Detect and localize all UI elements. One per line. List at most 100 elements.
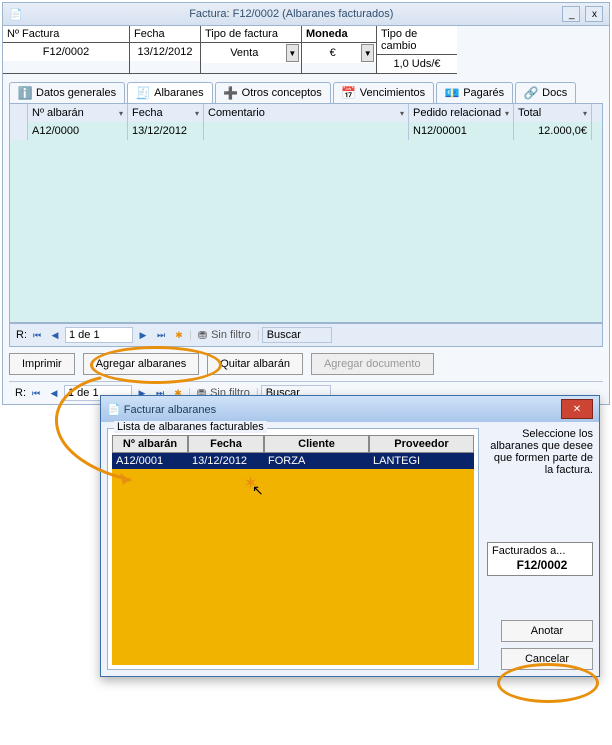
- albaranes-icon: 🧾: [136, 86, 150, 100]
- next-record-button[interactable]: ▶: [135, 327, 151, 343]
- anotar-button[interactable]: Anotar: [501, 620, 593, 642]
- cambio-field[interactable]: [379, 56, 455, 72]
- tabstrip: ℹ️ Datos generales 🧾 Albaranes ➕ Otros c…: [9, 82, 603, 103]
- tab-vencimientos[interactable]: 📅 Vencimientos: [333, 82, 434, 103]
- albaranes-grid: Nº albarán ▾ Fecha ▾ Comentario ▾ Pedido re…: [9, 103, 603, 323]
- new-record-button[interactable]: ✱: [171, 327, 187, 343]
- quitar-albaran-button[interactable]: Quitar albarán: [207, 353, 303, 375]
- first-record-button[interactable]: ⏮: [29, 327, 45, 343]
- plus-icon: ➕: [224, 86, 238, 100]
- groupbox-title: Lista de albaranes facturables: [114, 421, 267, 433]
- facturar-albaranes-dialog: 📄 Facturar albaranes ✕ Lista de albarane…: [100, 395, 600, 677]
- tab-docs[interactable]: 🔗 Docs: [515, 82, 576, 103]
- grid-body[interactable]: A12/0000 13/12/2012 N12/00001 12.000,0€: [10, 122, 602, 322]
- facturados-field[interactable]: [492, 557, 592, 573]
- dialog-grid-body[interactable]: A12/0001 13/12/2012 FORZA LANTEGI: [112, 453, 474, 665]
- tab-datos-label: Datos generales: [36, 87, 116, 99]
- grid-header: Nº albarán ▾ Fecha ▾ Comentario ▾ Pedido re…: [10, 104, 602, 122]
- dialog-titlebar: 📄 Facturar albaranes ✕: [101, 396, 599, 422]
- col-comentario-label[interactable]: Comentario: [208, 107, 265, 119]
- fecha-field[interactable]: [132, 44, 198, 60]
- dlg-col-proveedor[interactable]: Proveedor: [369, 435, 474, 453]
- window-title: Factura: F12/0002 (Albaranes facturados): [189, 8, 393, 20]
- minimize-button[interactable]: _: [562, 6, 580, 22]
- tab-pag-label: Pagarés: [463, 87, 504, 99]
- tab-otros-label: Otros conceptos: [242, 87, 322, 99]
- cell-pedido: N12/00001: [409, 122, 514, 140]
- tipo-dropdown-icon[interactable]: ▼: [286, 44, 299, 62]
- titlebar: 📄 Factura: F12/0002 (Albaranes facturado…: [3, 3, 609, 25]
- dlg-col-cliente[interactable]: Cliente: [264, 435, 369, 453]
- col-nalbaran-label[interactable]: Nº albarán: [32, 107, 84, 119]
- dialog-grid-header: Nº albarán Fecha Cliente Proveedor: [112, 435, 474, 453]
- tab-alb-label: Albaranes: [154, 87, 204, 99]
- tab-datos-generales[interactable]: ℹ️ Datos generales: [9, 82, 125, 103]
- sort-icon[interactable]: ▾: [195, 109, 199, 118]
- record-navigator: R: ⏮ ◀ ▶ ⏭ ✱ | ⛃ Sin filtro | Buscar: [9, 323, 603, 347]
- last-record-button[interactable]: ⏭: [153, 327, 169, 343]
- first-record-button[interactable]: ⏮: [28, 385, 44, 401]
- dlg-cell-fecha: 13/12/2012: [188, 453, 264, 469]
- dlg-cell-cliente: FORZA: [264, 453, 369, 469]
- cell-fecha: 13/12/2012: [128, 122, 204, 140]
- form-icon: 📄: [107, 404, 121, 416]
- imprimir-button[interactable]: Imprimir: [9, 353, 75, 375]
- money-icon: 💶: [445, 86, 459, 100]
- calendar-icon: 📅: [342, 86, 356, 100]
- cell-comentario: [204, 122, 409, 140]
- tab-otros-conceptos[interactable]: ➕ Otros conceptos: [215, 82, 331, 103]
- record-position-field[interactable]: [65, 327, 133, 343]
- prev-record-button[interactable]: ◀: [46, 385, 62, 401]
- col-pedido-label[interactable]: Pedido relacionad: [413, 107, 501, 119]
- moneda-dropdown-icon[interactable]: ▼: [361, 44, 374, 62]
- filter-label[interactable]: Sin filtro: [211, 329, 251, 341]
- facturados-label: Facturados a...: [492, 545, 588, 557]
- action-bar: Imprimir Agregar albaranes Quitar albará…: [9, 353, 603, 375]
- dlg-col-fecha[interactable]: Fecha: [188, 435, 264, 453]
- dialog-row-selected[interactable]: A12/0001 13/12/2012 FORZA LANTEGI: [112, 453, 474, 469]
- table-row[interactable]: A12/0000 13/12/2012 N12/00001 12.000,0€: [10, 122, 602, 140]
- sort-icon[interactable]: ▾: [119, 109, 123, 118]
- cell-nalb: A12/0000: [28, 122, 128, 140]
- sort-icon[interactable]: ▾: [505, 109, 509, 118]
- fecha-label: Fecha: [130, 26, 200, 43]
- agregar-documento-button: Agregar documento: [311, 353, 434, 375]
- lista-albaranes-groupbox: Lista de albaranes facturables Nº albará…: [107, 428, 479, 670]
- tab-venc-label: Vencimientos: [360, 87, 425, 99]
- form-icon: 📄: [9, 8, 23, 21]
- search-input[interactable]: Buscar: [262, 327, 332, 343]
- info-icon: ℹ️: [18, 86, 32, 100]
- facturados-box: Facturados a...: [487, 542, 593, 576]
- sort-icon[interactable]: ▾: [583, 109, 587, 118]
- dialog-hint-text: Seleccione los albaranes que desee que f…: [487, 428, 593, 476]
- tab-docs-label: Docs: [542, 87, 567, 99]
- prev-record-button[interactable]: ◀: [47, 327, 63, 343]
- agregar-albaranes-button[interactable]: Agregar albaranes: [83, 353, 200, 375]
- moneda-field[interactable]: [304, 45, 361, 61]
- nfactura-label: Nº Factura: [3, 26, 129, 43]
- dialog-title: Facturar albaranes: [124, 404, 216, 416]
- col-total-label[interactable]: Total: [518, 107, 541, 119]
- recnav-label: R:: [16, 329, 27, 341]
- docs-icon: 🔗: [524, 86, 538, 100]
- filter-icon[interactable]: ⛃: [198, 329, 207, 342]
- col-fecha-label[interactable]: Fecha: [132, 107, 163, 119]
- cancelar-button[interactable]: Cancelar: [501, 648, 593, 670]
- header-form: Nº Factura Fecha Tipo de factura ▼ Moned…: [3, 25, 609, 74]
- dlg-col-nalb[interactable]: Nº albarán: [112, 435, 188, 453]
- close-button[interactable]: x: [585, 6, 603, 22]
- nfactura-field[interactable]: [5, 44, 127, 60]
- dlg-cell-nalb: A12/0001: [112, 453, 188, 469]
- recnav-label: R:: [15, 387, 26, 399]
- dialog-close-button[interactable]: ✕: [561, 399, 593, 419]
- tab-pagares[interactable]: 💶 Pagarés: [436, 82, 513, 103]
- invoice-window: 📄 Factura: F12/0002 (Albaranes facturado…: [2, 2, 610, 405]
- cambio-label: Tipo de cambio: [377, 26, 457, 55]
- tipo-label: Tipo de factura: [201, 26, 301, 43]
- moneda-label: Moneda: [302, 26, 376, 43]
- cell-total: 12.000,0€: [514, 122, 592, 140]
- dlg-cell-prov: LANTEGI: [369, 453, 474, 469]
- tab-albaranes[interactable]: 🧾 Albaranes: [127, 82, 213, 103]
- tipo-field[interactable]: [203, 45, 286, 61]
- sort-icon[interactable]: ▾: [400, 109, 404, 118]
